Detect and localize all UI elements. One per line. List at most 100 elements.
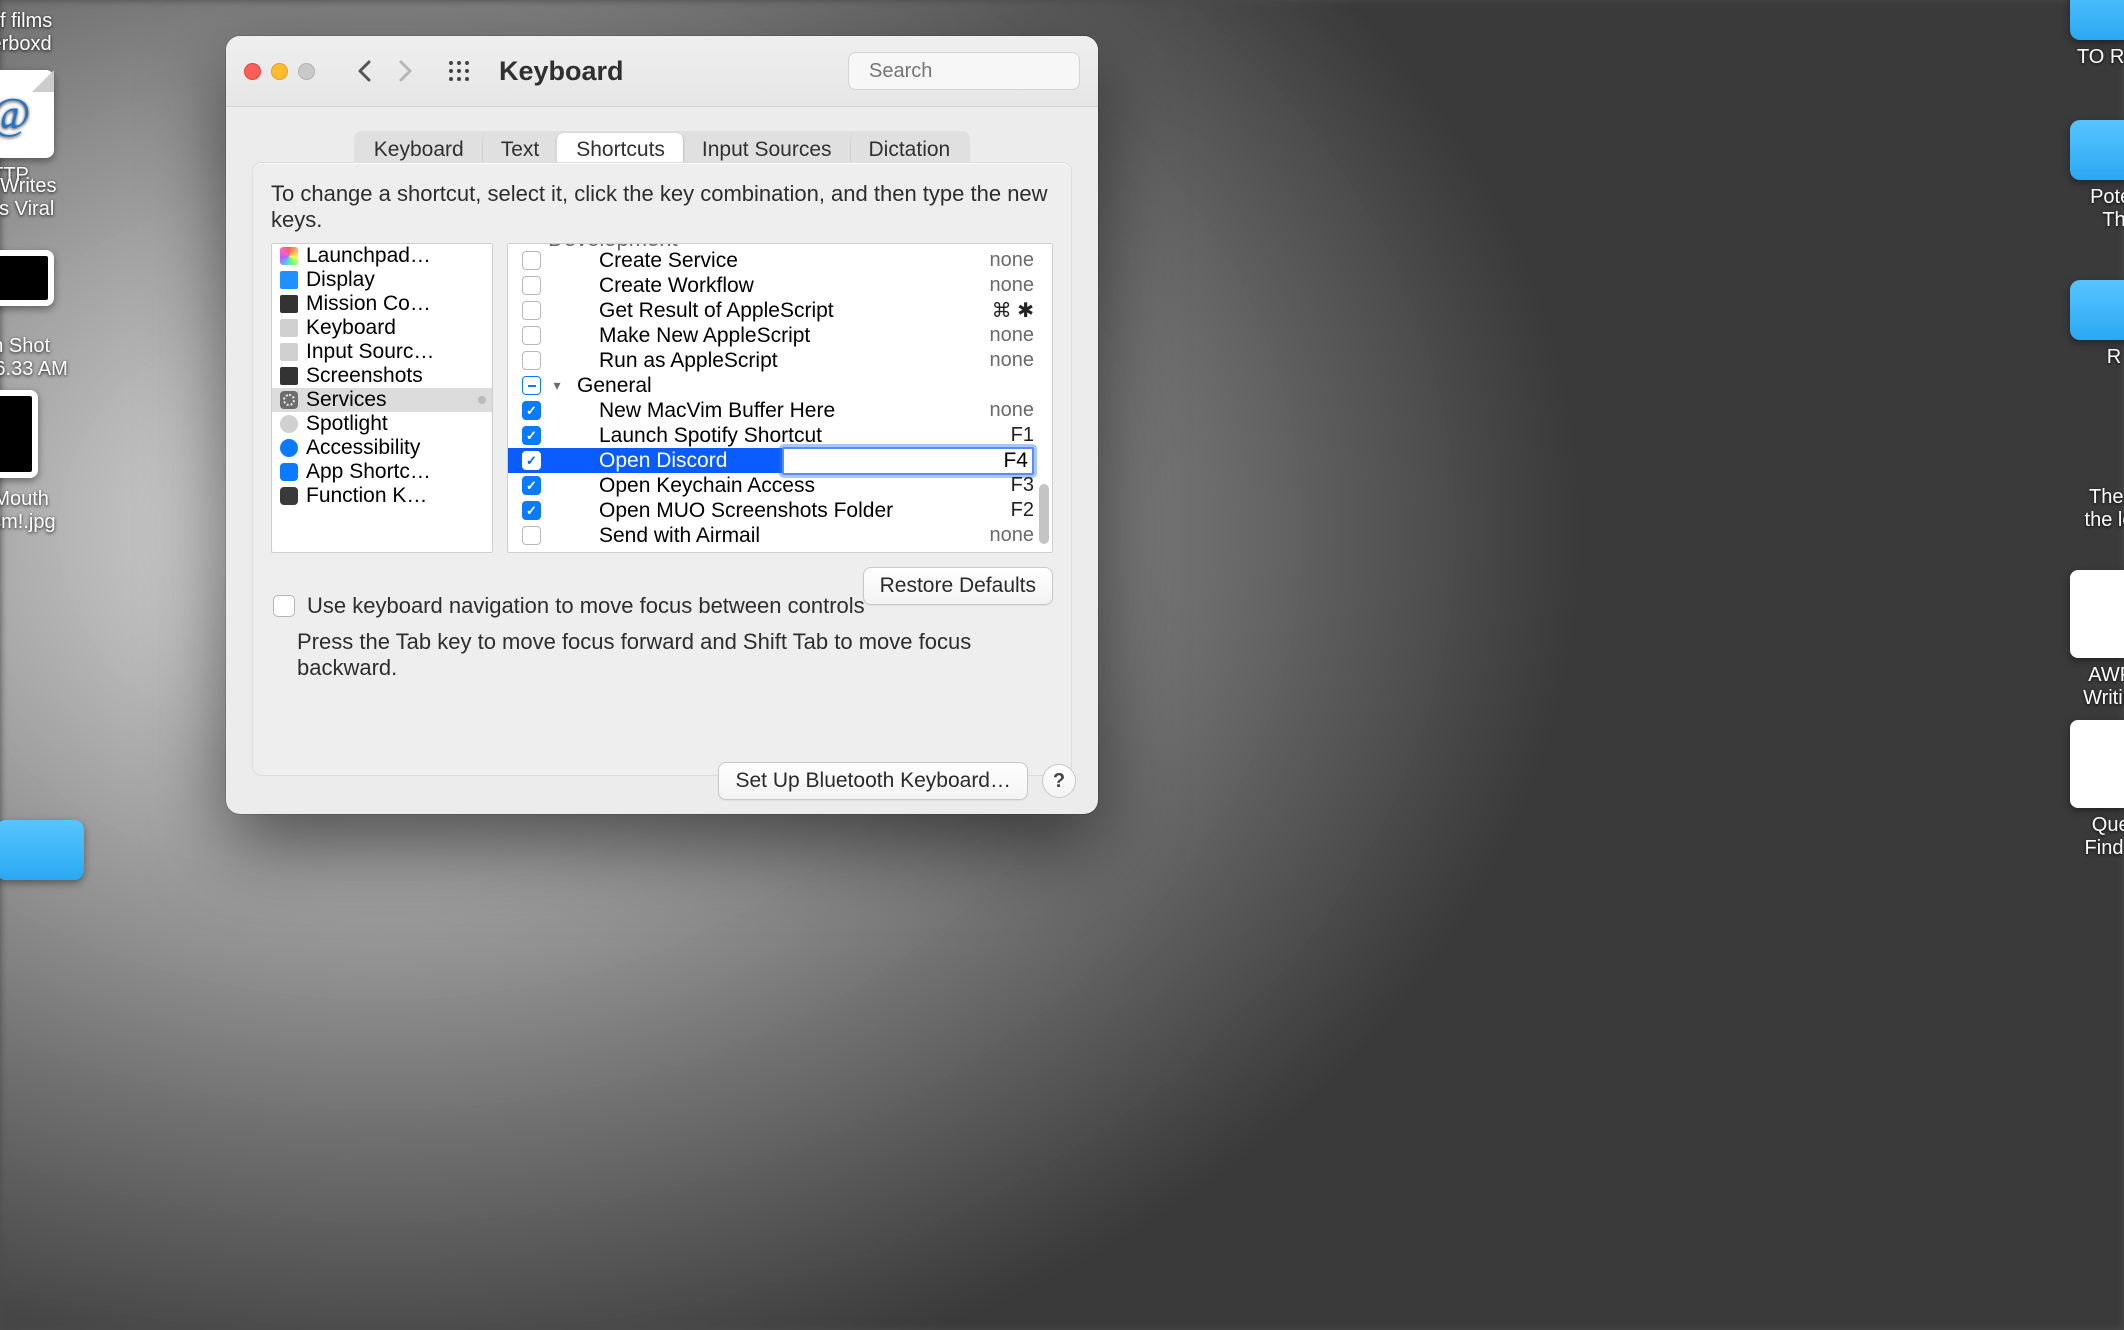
chevron-down-icon: ▾ [522,244,534,248]
system-preferences-window: Keyboard Keyboard Text Shortcuts Input S… [226,36,1098,814]
category-display[interactable]: Display [272,268,492,292]
desktop-item[interactable] [0,820,110,886]
folder-icon [2070,280,2124,340]
checkbox[interactable] [522,526,541,545]
chevron-left-icon [356,60,374,82]
category-screenshots[interactable]: Screenshots [272,364,492,388]
category-spotlight[interactable]: Spotlight [272,412,492,436]
help-button[interactable]: ? [1042,764,1076,798]
shortcut-row[interactable]: Run as AppleScriptnone [508,348,1034,373]
desktop-item[interactable]: AWP- Writing [2044,570,2124,710]
spotlight-icon [280,415,298,433]
show-all-button[interactable] [445,57,473,85]
chevron-down-icon: ▾ [551,377,563,394]
checkbox[interactable] [522,326,541,345]
close-button[interactable] [244,63,261,80]
document-icon [2070,570,2124,658]
folder-icon [2070,0,2124,40]
mission-control-icon [280,295,298,313]
document-icon [0,70,54,158]
forward-button [389,55,421,87]
search-input[interactable] [867,59,1098,84]
display-icon [280,271,298,289]
search-field[interactable] [848,52,1080,90]
bluetooth-keyboard-button[interactable]: Set Up Bluetooth Keyboard… [718,762,1028,800]
back-button[interactable] [349,55,381,87]
instruction-text: To change a shortcut, select it, click t… [271,181,1053,233]
checkbox[interactable] [522,426,541,445]
category-launchpad[interactable]: Launchpad… [272,244,492,268]
shortcut-row[interactable]: Open MUO Screenshots FolderF2 [508,498,1034,523]
launchpad-icon [280,247,298,265]
checkbox[interactable] [522,301,541,320]
minimize-button[interactable] [271,63,288,80]
checkbox[interactable] [522,276,541,295]
traffic-lights [244,63,315,80]
shortcut-row[interactable]: Get Result of AppleScript⌘ ✱ [508,298,1034,323]
desktop-item[interactable]: een Shot 08…6.33 AM [0,335,80,381]
keyboard-navigation-section: Use keyboard navigation to move focus be… [273,593,1051,681]
category-keyboard[interactable]: Keyboard [272,316,492,340]
category-services[interactable]: Services [272,388,492,412]
folder-icon [2070,120,2124,180]
group-header-development[interactable]: ▾ Development [508,244,1034,248]
shortcuts-list[interactable]: ▾ Development Create Servicenone Create … [507,243,1053,553]
desktop-item[interactable]: The c the lov [2044,420,2124,532]
apple-system-icon [522,376,541,395]
category-function-keys[interactable]: Function K… [272,484,492,508]
shortcut-row[interactable]: New MacVim Buffer Herenone [508,398,1034,423]
shortcut-row[interactable]: Launch Spotify ShortcutF1 [508,423,1034,448]
checkbox[interactable] [522,251,541,270]
checkbox[interactable] [522,451,541,470]
shortcut-row[interactable]: Open Keychain AccessF3 [508,473,1034,498]
kb-nav-subtext: Press the Tab key to move focus forward … [297,629,1051,681]
services-icon [280,391,298,409]
chevron-right-icon [396,60,414,82]
thumbnail-icon [0,250,54,306]
category-input-sources[interactable]: Input Sourc… [272,340,492,364]
desktop-item[interactable]: R [2044,280,2124,369]
document-icon [2070,720,2124,808]
category-mission-control[interactable]: Mission Co… [272,292,492,316]
shortcut-key-editor[interactable]: F4 [782,447,1034,475]
desktop-item[interactable]: et Mouth anism!.jpg [0,488,80,534]
desktop-item[interactable]: Poter Th [2044,120,2124,232]
kb-nav-label: Use keyboard navigation to move focus be… [307,593,865,619]
function-keys-icon [280,487,298,505]
folder-icon [0,820,84,880]
accessibility-icon [280,439,298,457]
window-title: Keyboard [499,56,624,87]
grid-icon [447,59,471,83]
checkbox[interactable] [522,401,541,420]
shortcut-row-selected[interactable]: Open Discord F4 [508,448,1034,473]
desktop-item[interactable] [0,390,80,484]
titlebar: Keyboard [226,36,1098,107]
desktop-item[interactable]: st of films ..tterboxd [0,10,80,56]
nav-arrows [349,55,421,87]
app-shortcuts-icon [280,463,298,481]
shortcut-row[interactable]: Make New AppleScriptnone [508,323,1034,348]
checkbox[interactable] [522,476,541,495]
scrollbar-thumb[interactable] [1039,484,1049,544]
checkbox[interactable] [522,501,541,520]
group-header-general[interactable]: ▾ General [508,373,1034,398]
desktop-item[interactable]: Quer Find lit [2044,720,2124,860]
keyboard-icon [280,319,298,337]
category-list[interactable]: Launchpad… Display Mission Co… Keyboard … [271,243,493,553]
category-app-shortcuts[interactable]: App Shortc… [272,460,492,484]
desktop-item[interactable] [0,250,80,312]
shortcut-row[interactable]: Create Workflownone [508,273,1034,298]
desktop-item[interactable]: Old Writes ..oes Viral [0,175,80,221]
modified-indicator-icon [478,396,486,404]
input-sources-icon [280,343,298,361]
checkbox[interactable] [522,351,541,370]
thumbnail-icon [0,390,38,478]
maximize-button [298,63,315,80]
screenshots-icon [280,367,298,385]
category-accessibility[interactable]: Accessibility [272,436,492,460]
desktop-item[interactable]: TO REA [2044,0,2124,69]
desktop-item[interactable]: TTP [0,70,80,187]
shortcuts-panel: To change a shortcut, select it, click t… [252,162,1072,776]
kb-nav-checkbox[interactable] [273,595,295,617]
shortcut-row[interactable]: Send with Airmailnone [508,523,1034,548]
